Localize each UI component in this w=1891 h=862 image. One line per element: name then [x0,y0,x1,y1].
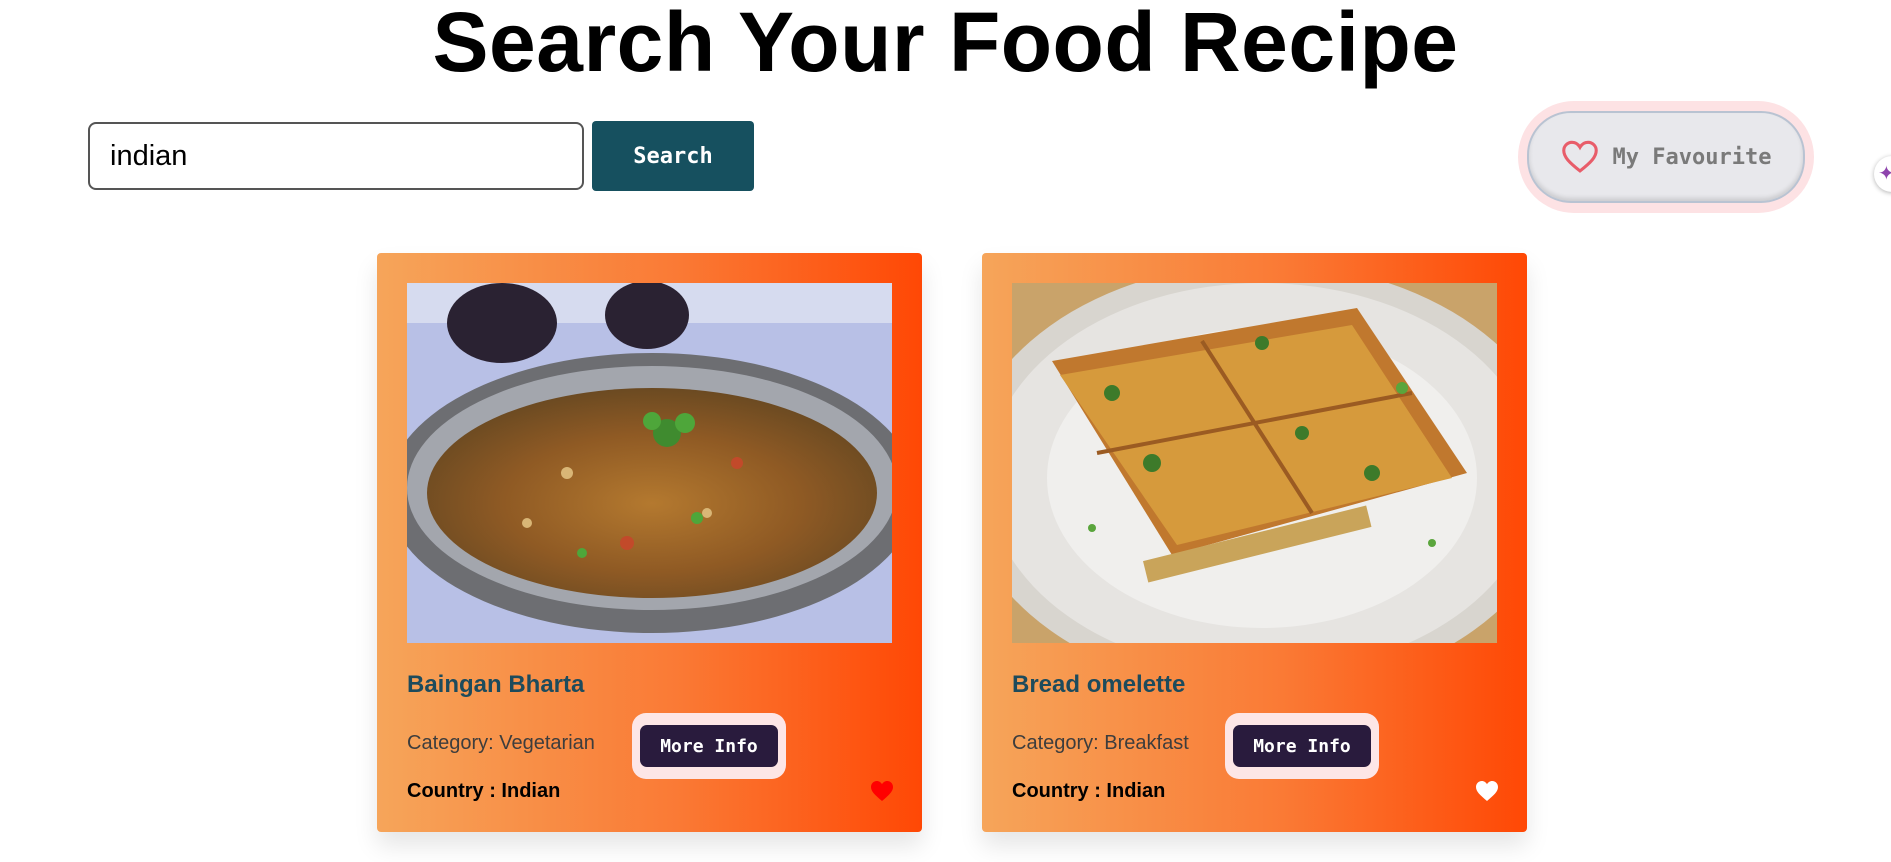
sparkle-icon[interactable]: ✦ [1874,156,1891,192]
my-favourite-button[interactable]: My Favourite [1527,111,1805,203]
favourite-button-wrapper: My Favourite [1518,101,1814,213]
more-info-button[interactable]: More Info [640,725,778,767]
recipe-image [407,283,892,643]
recipe-country: Country : Indian [407,780,561,802]
recipe-category: Category: Vegetarian [407,732,595,754]
page-title: Search Your Food Recipe [432,0,1459,89]
recipe-card: Bread omelette Category: Breakfast More … [982,253,1527,832]
recipe-card: Baingan Bharta Category: Vegetarian More… [377,253,922,832]
my-favourite-label: My Favourite [1612,144,1772,170]
search-input[interactable] [88,122,584,190]
recipe-country: Country : Indian [1012,780,1166,802]
recipe-title: Baingan Bharta [407,671,585,698]
heart-icon[interactable] [870,780,894,802]
more-info-button[interactable]: More Info [1233,725,1371,767]
recipe-title: Bread omelette [1012,671,1186,698]
recipe-category: Category: Breakfast [1012,732,1189,754]
more-info-wrapper: More Info [1225,713,1379,779]
search-button[interactable]: Search [592,121,754,191]
recipe-image [1012,283,1497,643]
search-bar: Search [88,121,754,191]
heart-icon[interactable] [1475,780,1499,802]
heart-outline-icon [1561,140,1599,174]
more-info-wrapper: More Info [632,713,786,779]
